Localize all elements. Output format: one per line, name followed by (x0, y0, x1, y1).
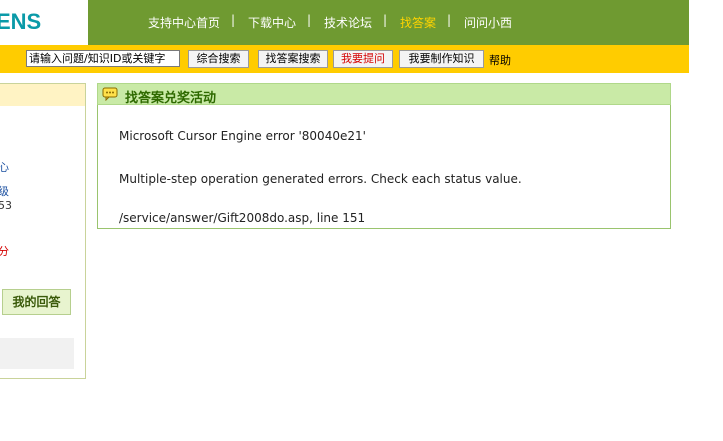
sidebar-text-fragment[interactable]: 级 (0, 183, 9, 199)
left-sidebar: 心 级 53 分 我的回答 (0, 83, 86, 379)
error-message-box: Microsoft Cursor Engine error '80040e21'… (97, 105, 671, 229)
panel-title: 找答案兑奖活动 (125, 91, 217, 106)
logo[interactable]: ENS (0, 9, 41, 35)
site-header: ENS 支持中心首页 | 下载中心 | 技术论坛 | 找答案 | 问问小西 (0, 0, 723, 45)
sidebar-text-fragment: 分 (0, 245, 9, 258)
sidebar-header (0, 84, 85, 106)
nav-support-home[interactable]: 支持中心首页 (148, 14, 220, 31)
panel-header: 找答案兑奖活动 (97, 83, 671, 106)
search-input[interactable]: 请输入问题/知识ID或关键字 (26, 50, 180, 67)
nav-separator: | (447, 13, 452, 27)
chat-bubble-icon (102, 87, 118, 101)
sidebar-text-fragment[interactable]: 心 (0, 159, 9, 175)
sidebar-text-fragment: 53 (0, 199, 12, 212)
nav-separator: | (307, 13, 312, 27)
my-answers-button[interactable]: 我的回答 (2, 289, 71, 315)
nav-separator: | (231, 13, 236, 27)
error-location: /service/answer/Gift2008do.asp, line 151 (119, 211, 366, 225)
nav-separator: | (383, 13, 388, 27)
nav-download-center[interactable]: 下载中心 (248, 14, 296, 31)
main-panel: 找答案兑奖活动 Microsoft Cursor Engine error '8… (97, 83, 671, 229)
general-search-button[interactable]: 综合搜索 (188, 50, 249, 68)
nav-find-answers[interactable]: 找答案 (400, 14, 436, 31)
help-link[interactable]: 帮助 (489, 52, 511, 68)
nav-ask-xiaoxi[interactable]: 问问小西 (464, 14, 512, 31)
search-bar: 请输入问题/知识ID或关键字 综合搜索 找答案搜索 我要提问 我要制作知识 帮助 (0, 45, 689, 73)
make-knowledge-button[interactable]: 我要制作知识 (399, 50, 484, 68)
top-nav: 支持中心首页 | 下载中心 | 技术论坛 | 找答案 | 问问小西 (88, 0, 689, 45)
sidebar-grey-box (0, 338, 74, 369)
ask-question-button[interactable]: 我要提问 (333, 50, 393, 68)
answer-search-button[interactable]: 找答案搜索 (258, 50, 328, 68)
error-description: Multiple-step operation generated errors… (119, 172, 522, 186)
error-title: Microsoft Cursor Engine error '80040e21' (119, 129, 366, 143)
nav-tech-forum[interactable]: 技术论坛 (324, 14, 372, 31)
logo-area: ENS (0, 0, 88, 45)
